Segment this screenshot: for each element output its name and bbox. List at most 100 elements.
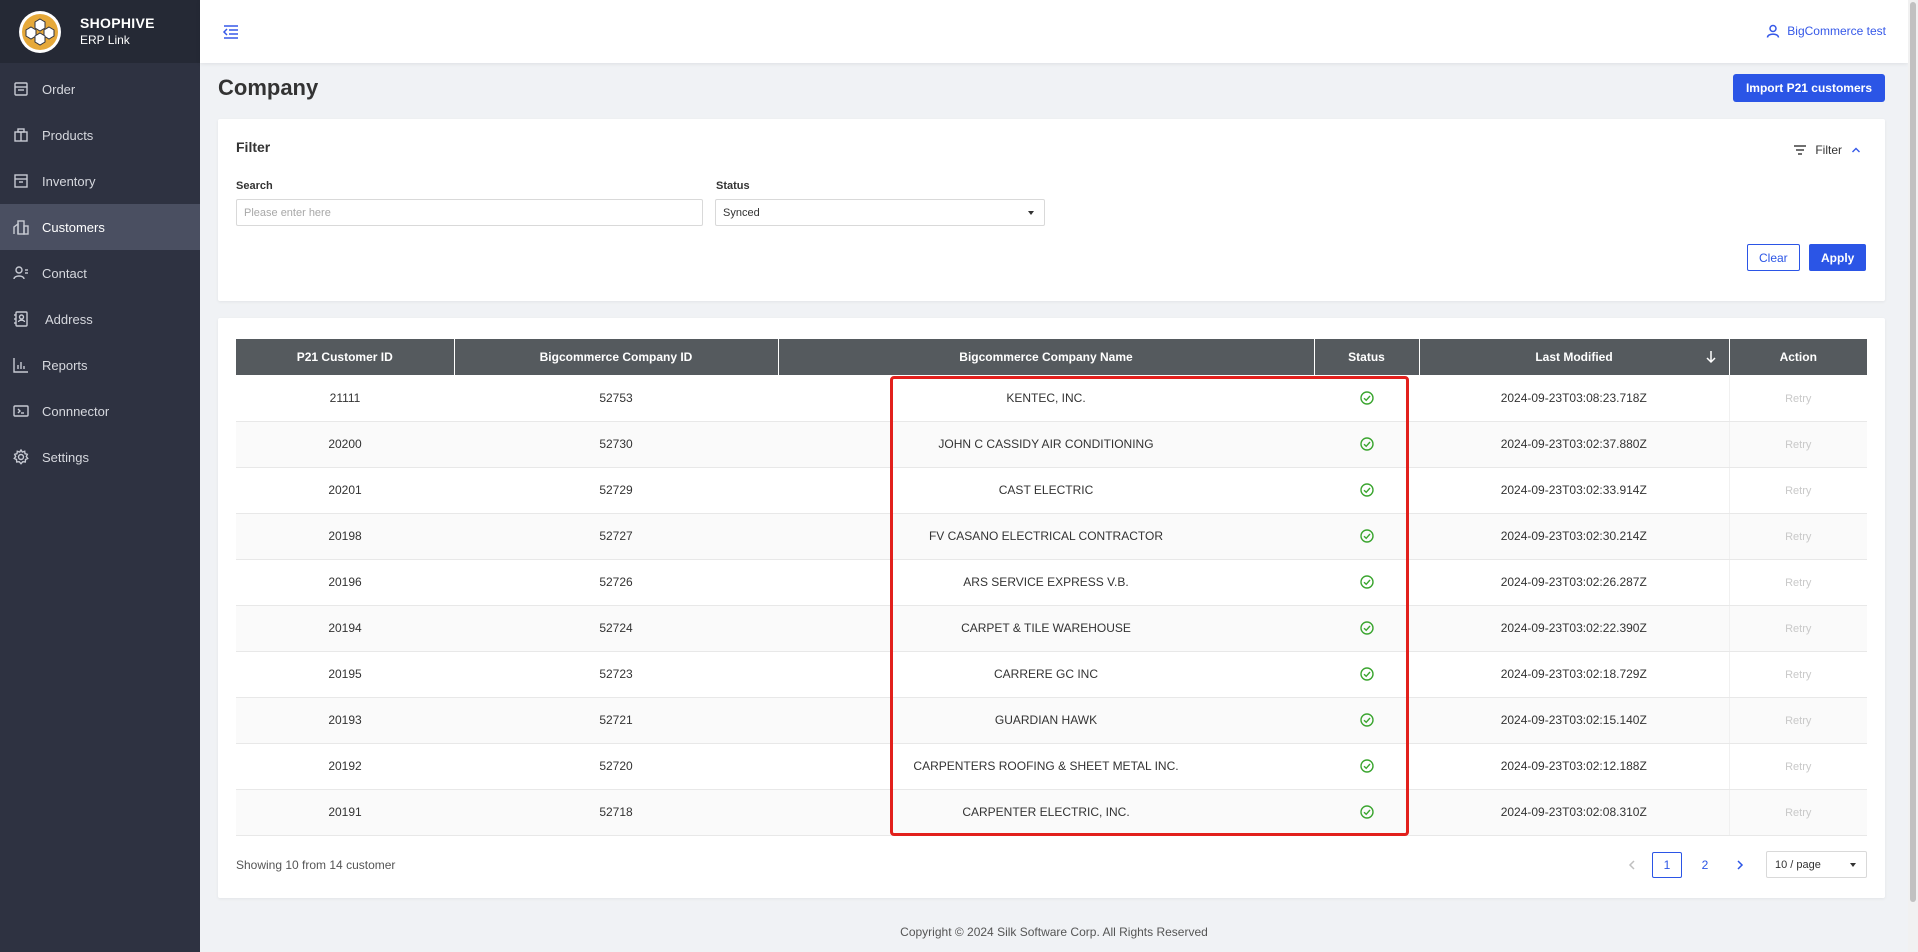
apply-button[interactable]: Apply (1809, 244, 1867, 271)
cell-p21-customer-id: 20201 (236, 467, 454, 514)
search-input[interactable] (236, 199, 703, 226)
retry-button[interactable]: Retry (1785, 807, 1811, 819)
page-1-button[interactable]: 1 (1652, 851, 1682, 878)
cell-last-modified: 2024-09-23T03:02:33.914Z (1419, 467, 1729, 514)
cell-p21-customer-id: 20200 (236, 421, 454, 468)
cell-company-name: CARPET & TILE WAREHOUSE (778, 605, 1314, 652)
cell-p21-customer-id: 20193 (236, 697, 454, 744)
check-circle-icon (1359, 575, 1374, 590)
table-row: 20192 52720 CARPENTERS ROOFING & SHEET MET… (236, 743, 1867, 790)
column-header-bc-id: Bigcommerce Company ID (454, 339, 779, 375)
retry-button[interactable]: Retry (1785, 577, 1811, 589)
retry-button[interactable]: Retry (1785, 761, 1811, 773)
inventory-icon (13, 173, 29, 189)
cell-action: Retry (1728, 559, 1867, 606)
sidebar-item-label: Products (42, 127, 94, 143)
cell-bc-company-id: 52723 (454, 651, 778, 698)
retry-button[interactable]: Retry (1785, 623, 1811, 635)
sidebar-item-reports[interactable]: Reports (0, 342, 200, 388)
page-size-select[interactable]: 10 / page (1766, 851, 1867, 878)
retry-button[interactable]: Retry (1785, 439, 1811, 451)
chevron-left-icon (1628, 859, 1635, 870)
retry-button[interactable]: Retry (1785, 485, 1811, 497)
cell-company-name: CAST ELECTRIC (778, 467, 1314, 514)
cell-action: Retry (1728, 697, 1867, 744)
cell-action: Retry (1728, 421, 1867, 468)
cell-last-modified: 2024-09-23T03:02:18.729Z (1419, 651, 1729, 698)
cell-status (1314, 559, 1419, 606)
cell-last-modified: 2024-09-23T03:02:12.188Z (1419, 743, 1729, 790)
sidebar: SHOPHIVE ERP Link Order Products Invento… (0, 0, 200, 952)
cell-bc-company-id: 52729 (454, 467, 778, 514)
cell-last-modified: 2024-09-23T03:08:23.718Z (1419, 375, 1729, 422)
table-row: 20193 52721 GUARDIAN HAWK 2024-09-23T03:02:… (236, 697, 1867, 744)
cell-bc-company-id: 52726 (454, 559, 778, 606)
cell-bc-company-id: 52721 (454, 697, 778, 744)
scrollbar-thumb[interactable] (1910, 2, 1916, 902)
table-row: 20200 52730 JOHN C CASSIDY AIR CONDITIONIN… (236, 421, 1867, 468)
sidebar-item-contact[interactable]: Contact (0, 250, 200, 296)
import-p21-customers-button[interactable]: Import P21 customers (1732, 74, 1885, 102)
sidebar-item-connector[interactable]: Connnector (0, 388, 200, 434)
filter-title: Filter (236, 139, 271, 155)
filter-icon (1794, 145, 1807, 155)
cell-action: Retry (1728, 513, 1867, 560)
sidebar-item-label: Customers (42, 219, 105, 235)
cell-action: Retry (1728, 605, 1867, 652)
prev-page-button[interactable] (1620, 853, 1644, 877)
sidebar-item-products[interactable]: Products (0, 112, 200, 158)
sidebar-item-address[interactable]: Address (0, 296, 200, 342)
caret-down-icon (1850, 863, 1856, 867)
customers-icon (13, 219, 29, 235)
sidebar-item-label: Reports (42, 357, 88, 373)
cell-last-modified: 2024-09-23T03:02:08.310Z (1419, 789, 1729, 836)
retry-button[interactable]: Retry (1785, 393, 1811, 405)
sidebar-item-settings[interactable]: Settings (0, 434, 200, 480)
sidebar-item-inventory[interactable]: Inventory (0, 158, 200, 204)
cell-company-name: GUARDIAN HAWK (778, 697, 1314, 744)
cell-p21-customer-id: 20191 (236, 789, 454, 836)
search-label: Search (236, 180, 273, 192)
column-header-action: Action (1729, 339, 1867, 375)
table-row: 20196 52726 ARS SERVICE EXPRESS V.B. 2024-0… (236, 559, 1867, 606)
retry-button[interactable]: Retry (1785, 531, 1811, 543)
cell-last-modified: 2024-09-23T03:02:30.214Z (1419, 513, 1729, 560)
cell-p21-customer-id: 20195 (236, 651, 454, 698)
cell-company-name: FV CASANO ELECTRICAL CONTRACTOR (778, 513, 1314, 560)
check-circle-icon (1359, 437, 1374, 452)
column-header-last-modified[interactable]: Last Modified (1419, 339, 1730, 375)
cell-status (1314, 375, 1419, 422)
next-page-button[interactable] (1728, 853, 1752, 877)
contact-icon (13, 265, 29, 281)
products-icon (13, 127, 29, 143)
filter-toggle-button[interactable]: Filter (1793, 143, 1861, 157)
brand[interactable]: SHOPHIVE ERP Link (0, 0, 200, 63)
sidebar-item-customers[interactable]: Customers (0, 204, 200, 250)
cell-company-name: JOHN C CASSIDY AIR CONDITIONING (778, 421, 1314, 468)
filter-panel: Filter Filter Search Status Synced Clear… (218, 119, 1885, 301)
retry-button[interactable]: Retry (1785, 715, 1811, 727)
table-row: 20195 52723 CARRERE GC INC 2024-09-23T03:02… (236, 651, 1867, 698)
cell-company-name: KENTEC, INC. (778, 375, 1314, 422)
sidebar-item-order[interactable]: Order (0, 66, 200, 112)
cell-company-name: CARPENTER ELECTRIC, INC. (778, 789, 1314, 836)
user-menu[interactable]: BigCommerce test (1766, 24, 1886, 38)
chevron-right-icon (1737, 859, 1744, 870)
user-name: BigCommerce test (1787, 24, 1886, 38)
check-circle-icon (1359, 483, 1374, 498)
menu-collapse-icon[interactable] (222, 22, 240, 40)
sidebar-item-label: Connnector (42, 403, 110, 419)
status-select[interactable]: Synced (715, 199, 1045, 226)
page-2-button[interactable]: 2 (1690, 852, 1720, 878)
check-circle-icon (1359, 805, 1374, 820)
cell-company-name: CARPENTERS ROOFING & SHEET METAL INC. (778, 743, 1314, 790)
clear-button[interactable]: Clear (1747, 244, 1800, 271)
sort-descending-icon[interactable] (1705, 350, 1717, 367)
page-scrollbar[interactable] (1908, 0, 1918, 952)
user-icon (1767, 24, 1780, 38)
check-circle-icon (1359, 667, 1374, 682)
retry-button[interactable]: Retry (1785, 669, 1811, 681)
reports-icon (13, 357, 29, 373)
cell-bc-company-id: 52727 (454, 513, 778, 560)
chevron-up-icon (1852, 147, 1860, 153)
